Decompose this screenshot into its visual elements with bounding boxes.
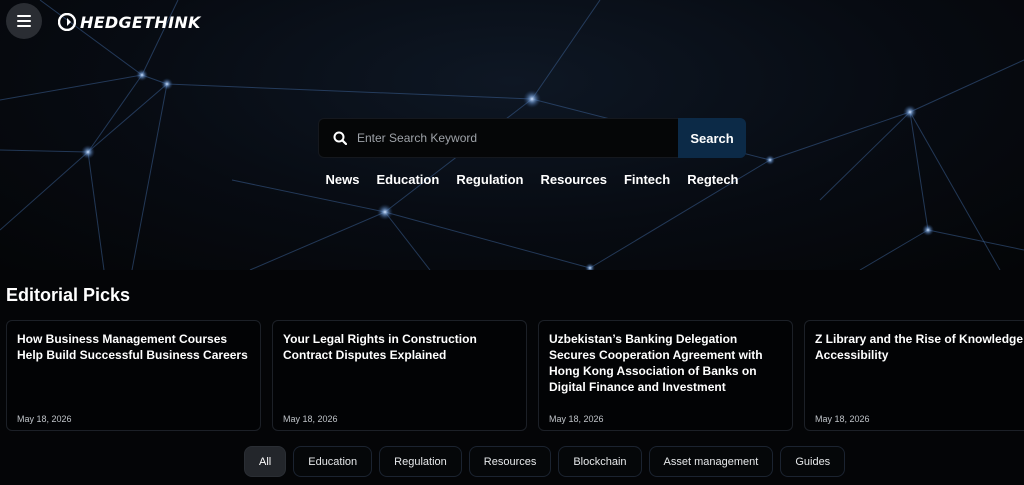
search-button[interactable]: Search — [678, 118, 746, 158]
site-logo[interactable]: HEDGETHINK — [58, 11, 201, 33]
nav-link-regtech[interactable]: Regtech — [687, 172, 738, 187]
page: HEDGETHINK Search News Education Regulat… — [0, 0, 1024, 485]
article-title[interactable]: How Business Management Courses Help Bui… — [17, 331, 250, 363]
filter-pill-resources[interactable]: Resources — [468, 446, 552, 477]
search-icon — [333, 131, 347, 145]
section-title-editorial-picks: Editorial Picks — [6, 285, 131, 305]
filter-pills: All Education Regulation Resources Block… — [244, 446, 846, 477]
site-header: HEDGETHINK — [0, 0, 1024, 44]
filter-pill-asset-management[interactable]: Asset management — [648, 446, 774, 477]
article-title[interactable]: Uzbekistan’s Banking Delegation Secures … — [549, 331, 782, 395]
hedgethink-logo-icon — [58, 13, 76, 31]
filter-pill-regulation[interactable]: Regulation — [379, 446, 462, 477]
nav-link-regulation[interactable]: Regulation — [456, 172, 523, 187]
menu-button[interactable] — [6, 3, 42, 39]
filter-pill-education[interactable]: Education — [293, 446, 373, 477]
search-bar: Search — [318, 118, 746, 158]
filter-pill-guides[interactable]: Guides — [780, 446, 846, 477]
filter-pill-all[interactable]: All — [244, 446, 287, 477]
nav-link-news[interactable]: News — [326, 172, 360, 187]
nav-link-resources[interactable]: Resources — [540, 172, 606, 187]
article-card[interactable]: How Business Management Courses Help Bui… — [6, 320, 261, 431]
category-nav: News Education Regulation Resources Fint… — [0, 172, 1024, 187]
article-card[interactable]: Uzbekistan’s Banking Delegation Secures … — [538, 320, 793, 431]
article-card[interactable]: Z Library and the Rise of Knowledge Acce… — [804, 320, 1024, 431]
article-date: May 18, 2026 — [815, 414, 870, 424]
article-card[interactable]: Your Legal Rights in Construction Contra… — [272, 320, 527, 431]
nav-link-fintech[interactable]: Fintech — [624, 172, 670, 187]
nav-link-education[interactable]: Education — [376, 172, 439, 187]
article-title[interactable]: Your Legal Rights in Construction Contra… — [283, 331, 516, 363]
filter-pill-blockchain[interactable]: Blockchain — [558, 446, 642, 477]
logo-text: HEDGETHINK — [80, 12, 201, 32]
search-input[interactable] — [357, 131, 657, 145]
hamburger-menu-icon — [17, 15, 31, 27]
search-field-wrapper — [318, 118, 678, 158]
editorial-cards: How Business Management Courses Help Bui… — [6, 320, 1024, 431]
article-title[interactable]: Z Library and the Rise of Knowledge Acce… — [815, 331, 1024, 363]
article-date: May 18, 2026 — [549, 414, 604, 424]
article-date: May 18, 2026 — [17, 414, 72, 424]
article-date: May 18, 2026 — [283, 414, 338, 424]
